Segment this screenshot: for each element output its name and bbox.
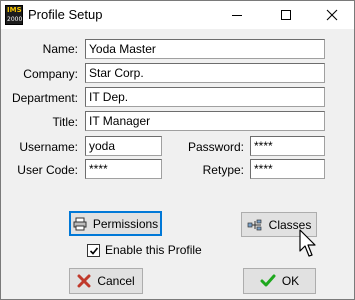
app-icon-text-bottom: 2000 — [7, 16, 23, 23]
username-label: Username: — [19, 140, 78, 154]
company-field[interactable]: Star Corp. — [85, 63, 325, 83]
permissions-button[interactable]: Permissions — [69, 211, 162, 236]
title-bar[interactable]: IMS 2000 Profile Setup — [1, 1, 354, 29]
profile-setup-window: IMS 2000 Profile Setup Name: Yoda Master… — [0, 0, 355, 300]
username-field[interactable]: yoda — [85, 136, 162, 156]
checkmark-icon — [89, 246, 98, 255]
enable-profile-checkbox[interactable] — [87, 244, 100, 257]
maximize-button[interactable] — [263, 1, 309, 29]
title-label: Title: — [52, 115, 78, 129]
maximize-icon — [281, 10, 291, 20]
enable-profile-label[interactable]: Enable this Profile — [105, 243, 202, 257]
close-icon — [326, 9, 338, 21]
window-title: Profile Setup — [28, 7, 103, 22]
ims-app-icon: IMS 2000 — [5, 5, 23, 25]
ok-button-label: OK — [281, 274, 300, 288]
retype-label: Retype: — [202, 163, 244, 177]
company-label: Company: — [23, 67, 78, 81]
department-label: Department: — [11, 91, 78, 105]
cancel-button[interactable]: Cancel — [69, 268, 143, 294]
cancel-button-label: Cancel — [97, 274, 135, 288]
user-code-label: User Code: — [17, 163, 78, 177]
close-button[interactable] — [309, 1, 355, 29]
retype-field[interactable]: **** — [250, 159, 325, 179]
password-label: Password: — [187, 140, 244, 154]
user-code-field[interactable]: **** — [85, 159, 162, 179]
minimize-button[interactable] — [214, 1, 260, 29]
password-field[interactable]: **** — [250, 136, 325, 156]
department-field[interactable]: IT Dep. — [85, 87, 325, 107]
green-check-icon — [260, 274, 276, 288]
network-classes-icon — [247, 219, 263, 231]
minimize-icon — [232, 15, 242, 16]
app-icon-text-top: IMS — [7, 6, 22, 14]
ok-button[interactable]: OK — [243, 268, 316, 294]
name-label: Name: — [42, 42, 78, 56]
name-field[interactable]: Yoda Master — [85, 39, 325, 59]
mouse-pointer-icon — [299, 229, 319, 262]
red-x-icon — [77, 274, 91, 288]
permissions-button-label: Permissions — [92, 216, 159, 231]
printer-icon — [73, 217, 87, 231]
title-field[interactable]: IT Manager — [85, 111, 325, 131]
